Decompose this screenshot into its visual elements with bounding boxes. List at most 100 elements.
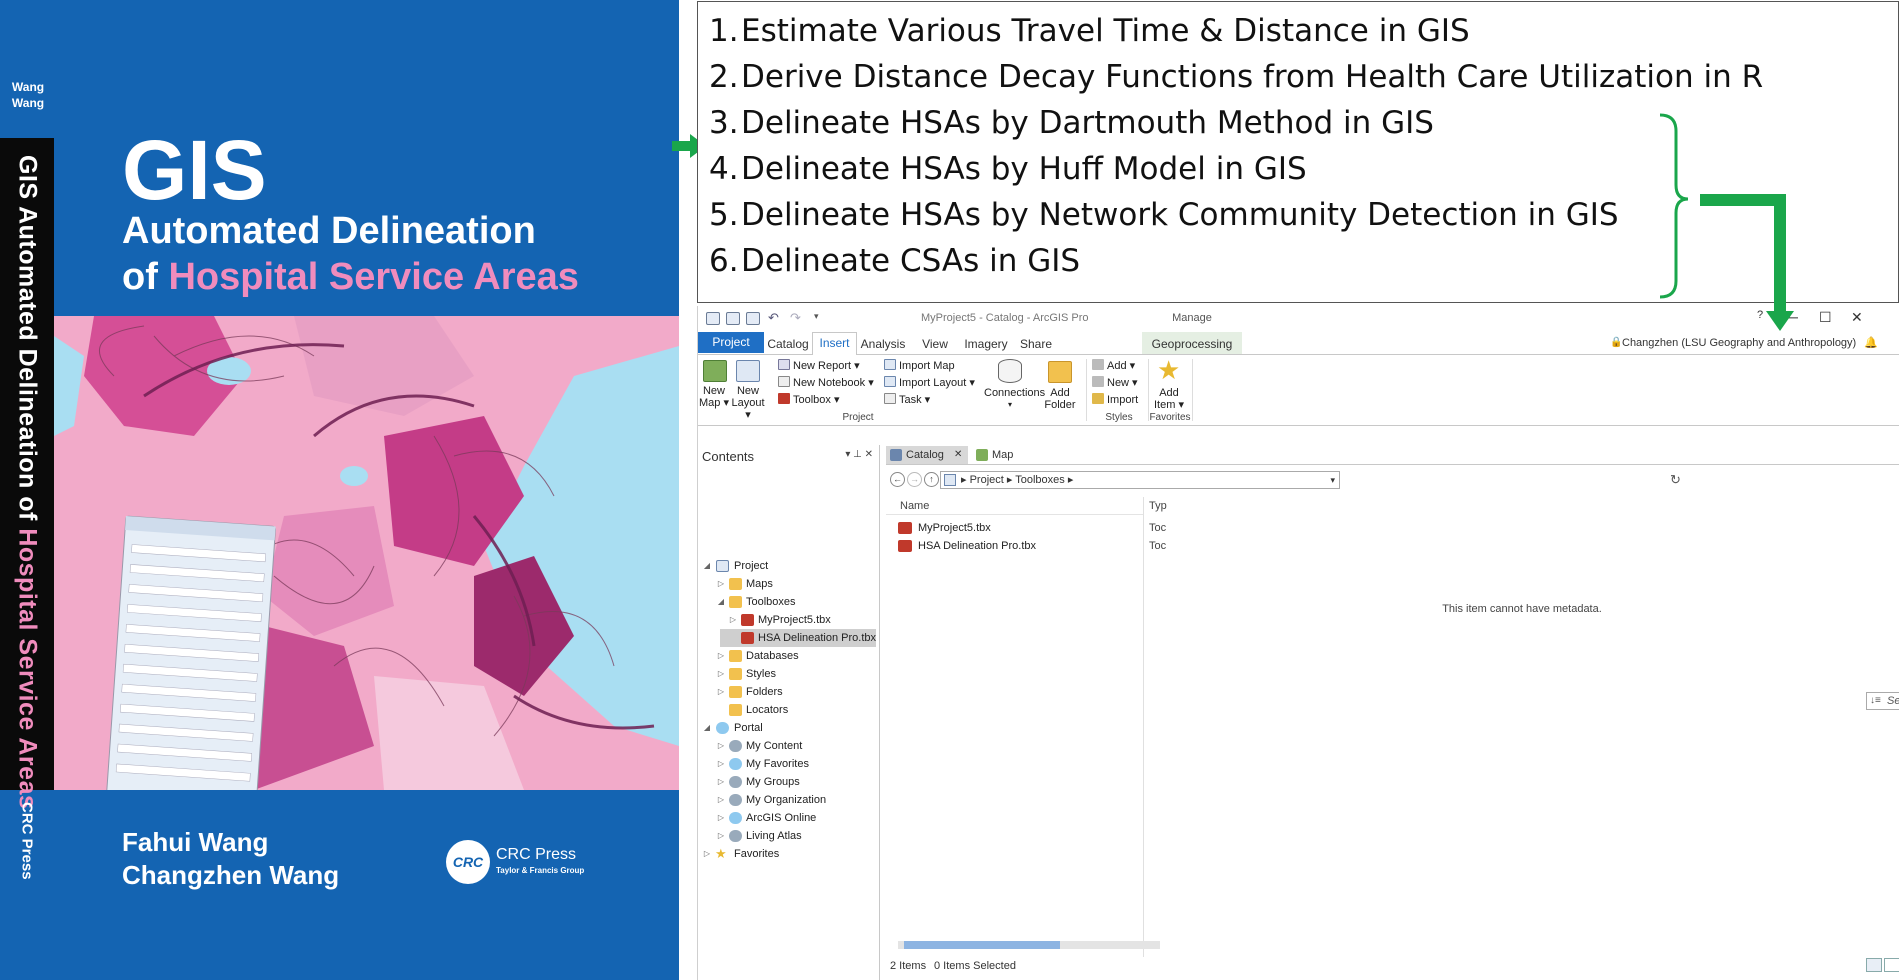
report-icon bbox=[778, 359, 790, 370]
project-icon bbox=[716, 560, 729, 572]
close-window-button[interactable]: ✕ bbox=[1851, 309, 1863, 326]
add-folder-label: Add bbox=[1050, 387, 1070, 399]
step-text: Delineate HSAs by Network Community Dete… bbox=[741, 197, 1619, 233]
refresh-icon[interactable]: ↻ bbox=[1670, 472, 1681, 488]
file-name: HSA Delineation Pro.tbx bbox=[918, 540, 1037, 552]
toolbox-button[interactable]: Toolbox ▾ bbox=[778, 393, 840, 406]
toolbox-icon bbox=[898, 540, 912, 552]
sort-icon[interactable]: ↓≡ bbox=[1870, 693, 1881, 709]
new-layout-label: Layout ▾ bbox=[731, 397, 765, 421]
toolboxes-folder-icon bbox=[729, 596, 742, 608]
tab-map-view[interactable]: Map bbox=[972, 446, 1022, 464]
tab-analysis[interactable]: Analysis bbox=[858, 337, 908, 351]
open-project-icon[interactable] bbox=[726, 312, 740, 325]
path-text: ▸ Project ▸ Toolboxes ▸ bbox=[961, 474, 1074, 486]
arcgis-pro-window: ↶ ↷ ▾ MyProject5 - Catalog - ArcGIS Pro … bbox=[697, 306, 1899, 980]
expand-icon[interactable]: ▷ bbox=[728, 611, 738, 629]
tab-imagery[interactable]: Imagery bbox=[960, 337, 1012, 351]
new-notebook-label: New Notebook ▾ bbox=[793, 377, 874, 389]
search-input[interactable]: ↓≡Search Toolboxes⌕▾ bbox=[1866, 692, 1899, 710]
author-name: Changzhen Wang bbox=[122, 860, 340, 890]
living-atlas-icon bbox=[729, 830, 742, 842]
up-icon[interactable]: ↑ bbox=[924, 472, 939, 487]
cover-subtitle-highlight: Hospital Service Areas bbox=[168, 256, 579, 298]
customize-qat-icon[interactable]: ▾ bbox=[814, 311, 819, 322]
new-report-button[interactable]: New Report ▾ bbox=[778, 359, 860, 372]
step-text: Delineate HSAs by Dartmouth Method in GI… bbox=[741, 105, 1434, 141]
style-new-button[interactable]: New ▾ bbox=[1092, 376, 1138, 389]
expand-icon[interactable]: ▷ bbox=[716, 647, 726, 665]
undo-icon[interactable]: ↶ bbox=[768, 310, 779, 326]
tab-geoprocessing[interactable]: Geoprocessing bbox=[1146, 337, 1238, 351]
notifications-icon[interactable]: 🔔 bbox=[1864, 336, 1878, 349]
task-button[interactable]: Task ▾ bbox=[884, 393, 930, 406]
location-path[interactable]: ▸ Project ▸ Toolboxes ▸ ▾ bbox=[940, 471, 1340, 489]
tiles-view-icon[interactable] bbox=[1884, 958, 1899, 972]
redo-icon[interactable]: ↷ bbox=[790, 310, 801, 326]
expand-icon[interactable]: ▷ bbox=[716, 683, 726, 701]
tree-label: Maps bbox=[746, 578, 773, 590]
column-type[interactable]: Typ bbox=[1149, 500, 1167, 512]
tree-label: HSA Delineation Pro.tbx bbox=[758, 632, 877, 644]
ribbon: New Map ▾ New Layout ▾ New Report ▾ New … bbox=[698, 354, 1899, 426]
maximize-button[interactable]: ☐ bbox=[1819, 309, 1832, 326]
tab-view[interactable]: View bbox=[914, 337, 956, 351]
book-spine: Wang Wang GIS Automated Delineation of H… bbox=[0, 0, 54, 980]
new-notebook-button[interactable]: New Notebook ▾ bbox=[778, 376, 874, 389]
pane-controls[interactable]: ▾ ⊥ ✕ bbox=[845, 449, 873, 460]
scrollbar-thumb[interactable] bbox=[904, 941, 1060, 949]
import-layout-button[interactable]: Import Layout ▾ bbox=[884, 376, 975, 389]
file-name: MyProject5.tbx bbox=[918, 522, 991, 534]
collapse-icon[interactable]: ◢ bbox=[702, 719, 712, 737]
tree-label: Styles bbox=[746, 668, 776, 680]
tab-catalog[interactable]: Catalog bbox=[766, 337, 810, 351]
author-name: Fahui Wang bbox=[122, 827, 269, 857]
import-layout-icon bbox=[884, 376, 896, 387]
step-number: 3. bbox=[709, 105, 739, 141]
spine-title-highlight: Hospital Service Areas bbox=[13, 528, 42, 810]
column-name[interactable]: Name bbox=[900, 500, 929, 512]
expand-icon[interactable]: ▷ bbox=[716, 755, 726, 773]
collapse-icon[interactable]: ◢ bbox=[716, 593, 726, 611]
style-add-button[interactable]: Add ▾ bbox=[1092, 359, 1135, 372]
styles-folder-icon bbox=[729, 668, 742, 680]
tab-insert[interactable]: Insert bbox=[812, 332, 857, 355]
tab-catalog-view[interactable]: Catalog ✕ bbox=[886, 446, 968, 464]
catalog-nav-bar: ← → ↑ ▸ Project ▸ Toolboxes ▸ ▾ ↻ bbox=[886, 469, 1899, 493]
expand-icon[interactable]: ▷ bbox=[716, 791, 726, 809]
cover-subtitle-line1: Automated Delineation bbox=[122, 210, 536, 252]
path-dropdown-icon[interactable]: ▾ bbox=[1330, 472, 1335, 488]
task-label: Task ▾ bbox=[899, 394, 931, 406]
item-count: 2 Items bbox=[890, 960, 927, 972]
expand-icon[interactable]: ▷ bbox=[716, 665, 726, 683]
tab-project[interactable]: Project bbox=[698, 332, 764, 353]
toolbox-label: Toolbox ▾ bbox=[793, 394, 840, 406]
selected-count: 0 Items Selected bbox=[934, 960, 1016, 972]
expand-icon[interactable]: ▷ bbox=[716, 809, 726, 827]
signed-in-user[interactable]: Changzhen (LSU Geography and Anthropolog… bbox=[1622, 337, 1856, 349]
import-map-button[interactable]: Import Map bbox=[884, 359, 955, 372]
step-number: 2. bbox=[709, 59, 739, 95]
contents-title: Contents bbox=[702, 449, 755, 464]
forward-icon[interactable]: → bbox=[907, 472, 922, 487]
step-item: 4.Delineate HSAs by Huff Model in GIS bbox=[709, 146, 1307, 192]
tab-share[interactable]: Share bbox=[1016, 337, 1056, 351]
save-icon[interactable] bbox=[746, 312, 760, 325]
style-import-button[interactable]: Import bbox=[1092, 393, 1138, 406]
notebook-icon bbox=[778, 376, 790, 387]
import-map-label: Import Map bbox=[899, 360, 955, 372]
horizontal-scrollbar[interactable] bbox=[898, 941, 1160, 949]
expand-icon[interactable]: ▷ bbox=[702, 845, 712, 863]
new-project-icon[interactable] bbox=[706, 312, 720, 325]
expand-icon[interactable]: ▷ bbox=[716, 737, 726, 755]
expand-icon[interactable]: ▷ bbox=[716, 773, 726, 791]
collapse-icon[interactable]: ◢ bbox=[702, 557, 712, 575]
expand-icon[interactable]: ▷ bbox=[716, 575, 726, 593]
ribbon-separator bbox=[1192, 359, 1193, 421]
details-view-icon[interactable] bbox=[1866, 958, 1882, 972]
step-number: 1. bbox=[709, 13, 739, 49]
back-icon[interactable]: ← bbox=[890, 472, 905, 487]
close-tab-icon[interactable]: ✕ bbox=[954, 446, 962, 464]
map-icon bbox=[976, 449, 988, 461]
expand-icon[interactable]: ▷ bbox=[716, 827, 726, 845]
